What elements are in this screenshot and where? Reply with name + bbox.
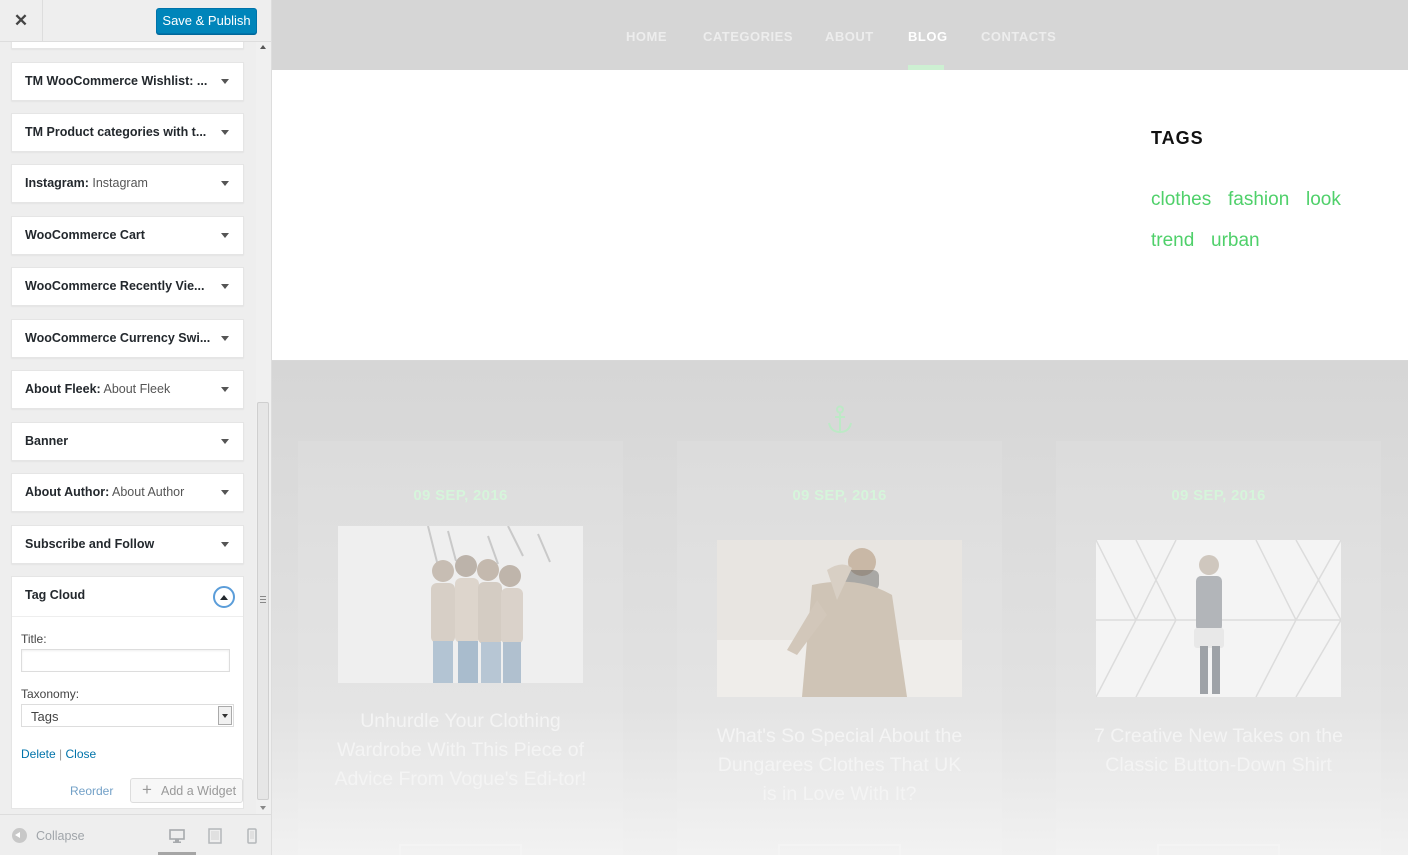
tags-heading: TAGS (1151, 128, 1204, 148)
chevron-down-icon[interactable] (221, 233, 229, 238)
main-navigation: HOME CATEGORIES ABOUT BLOG CONTACTS (272, 0, 1408, 70)
widget-item[interactable]: Banner (11, 422, 244, 461)
widget-title: WooCommerce Cart (25, 228, 145, 242)
tag-link[interactable]: trend (1151, 230, 1194, 252)
tag-cloud-widget-header[interactable]: Tag Cloud (12, 577, 243, 617)
widget-item[interactable]: Instagram: Instagram (11, 164, 244, 203)
plus-icon: + (142, 780, 152, 799)
widget-title: About Fleek: About Fleek (25, 382, 171, 396)
tags-widget-area: TAGS clothes fashion look trend urban (272, 70, 1408, 361)
chevron-down-icon[interactable] (221, 130, 229, 135)
post-title-link[interactable]: 7 Creative New Takes on the Classic Butt… (1092, 722, 1345, 780)
delete-widget-link[interactable]: Delete (21, 747, 56, 761)
widget-item[interactable]: TM Product categories with t... (11, 113, 244, 152)
tag-link[interactable]: urban (1211, 230, 1260, 252)
post-title-link[interactable]: What's So Special About the Dungarees Cl… (713, 722, 966, 809)
post-image[interactable] (717, 540, 962, 697)
widget-actions: Delete | Close (21, 747, 96, 761)
nav-item-blog[interactable]: BLOG (908, 29, 948, 44)
separator: | (59, 747, 63, 761)
nav-item-home[interactable]: HOME (626, 29, 667, 44)
post-image[interactable] (1096, 540, 1341, 697)
widget-list: TM WooCommerce Wishlist: ... TM Product … (0, 42, 256, 814)
post-image[interactable] (338, 526, 583, 683)
widget-item[interactable]: WooCommerce Recently Vie... (11, 267, 244, 306)
collapse-label: Collapse (36, 829, 85, 843)
post-date: 09 SEP, 2016 (413, 487, 508, 504)
chevron-down-icon[interactable] (221, 542, 229, 547)
scrollbar-thumb[interactable] (257, 402, 269, 800)
taxonomy-label: Taxonomy: (21, 687, 80, 701)
title-field-label: Title: (21, 632, 47, 646)
widget-item[interactable]: WooCommerce Currency Swi... (11, 319, 244, 358)
post-date: 09 SEP, 2016 (1171, 487, 1266, 504)
blog-post-card: 09 SEP, 2016 What's So Special About the… (677, 441, 1002, 855)
scroll-down-arrow-icon[interactable] (260, 806, 266, 810)
chevron-down-icon[interactable] (221, 79, 229, 84)
chevron-down-icon[interactable] (221, 387, 229, 392)
title-field[interactable] (21, 649, 230, 672)
customizer-sidebar: ✕ Save & Publish TM WooCommerce Wishlist… (0, 0, 272, 855)
reorder-link[interactable]: Reorder (70, 784, 113, 798)
widget-title: WooCommerce Currency Swi... (25, 331, 210, 345)
site-preview: HOME CATEGORIES ABOUT BLOG CONTACTS TAGS… (272, 0, 1408, 855)
scroll-up-arrow-icon[interactable] (260, 45, 266, 49)
blog-post-card: 09 SEP, 2016 7 Creative New Takes on the… (1056, 441, 1381, 855)
blog-section: 09 SEP, 2016 Unhurdle Your Clothing Ward… (272, 361, 1408, 855)
tag-link[interactable]: fashion (1228, 189, 1289, 211)
tag-link[interactable]: clothes (1151, 189, 1211, 211)
chevron-down-icon[interactable] (221, 181, 229, 186)
post-title-link[interactable]: Unhurdle Your Clothing Wardrobe With Thi… (334, 707, 587, 794)
add-widget-button[interactable]: + Add a Widget (130, 778, 243, 803)
widget-item[interactable]: WooCommerce Cart (11, 216, 244, 255)
chevron-down-icon[interactable] (221, 336, 229, 341)
tablet-icon[interactable] (206, 827, 224, 845)
close-customizer-button[interactable]: ✕ (0, 0, 43, 42)
close-icon: ✕ (13, 11, 29, 30)
widget-item[interactable]: About Fleek: About Fleek (11, 370, 244, 409)
anchor-icon (828, 405, 852, 434)
widget-title: Banner (25, 434, 69, 448)
read-more-button[interactable] (778, 844, 901, 855)
widget-title: TM WooCommerce Wishlist: ... (25, 74, 208, 88)
taxonomy-select[interactable]: Tags (21, 704, 234, 727)
widget-item[interactable]: Subscribe and Follow (11, 525, 244, 564)
blog-post-card: 09 SEP, 2016 Unhurdle Your Clothing Ward… (298, 441, 623, 855)
customizer-footer: Collapse (0, 814, 271, 855)
widget-title: About Author: About Author (25, 485, 185, 499)
read-more-button[interactable] (1157, 844, 1280, 855)
nav-item-contacts[interactable]: CONTACTS (981, 29, 1056, 44)
widget-title: TM Product categories with t... (25, 125, 207, 139)
widget-title: Tag Cloud (25, 588, 86, 602)
mobile-icon[interactable] (243, 827, 261, 845)
read-more-button[interactable] (399, 844, 522, 855)
widget-title: Instagram: Instagram (25, 176, 148, 190)
widget-title: Subscribe and Follow (25, 537, 155, 551)
sidebar-scrollbar[interactable] (256, 42, 271, 814)
chevron-down-icon (218, 706, 232, 725)
customizer-header: ✕ Save & Publish (0, 0, 271, 42)
save-publish-button[interactable]: Save & Publish (156, 8, 257, 34)
widget-item-partial[interactable] (11, 42, 244, 49)
close-widget-link[interactable]: Close (66, 747, 97, 761)
arrow-left-circle-icon (12, 828, 27, 843)
widget-item[interactable]: TM WooCommerce Wishlist: ... (11, 62, 244, 101)
tag-cloud-widget: Tag Cloud Title: Taxonomy: Tags Delete |… (11, 576, 244, 809)
chevron-down-icon[interactable] (221, 284, 229, 289)
taxonomy-selected-value: Tags (31, 709, 59, 724)
post-date: 09 SEP, 2016 (792, 487, 887, 504)
chevron-up-icon[interactable] (213, 586, 235, 608)
nav-item-categories[interactable]: CATEGORIES (703, 29, 793, 44)
nav-item-about[interactable]: ABOUT (825, 29, 874, 44)
widget-title: WooCommerce Recently Vie... (25, 279, 205, 293)
add-widget-label: Add a Widget (161, 784, 237, 798)
desktop-icon[interactable] (168, 827, 186, 845)
tag-link[interactable]: look (1306, 189, 1341, 211)
chevron-down-icon[interactable] (221, 490, 229, 495)
chevron-down-icon[interactable] (221, 439, 229, 444)
widget-item[interactable]: About Author: About Author (11, 473, 244, 512)
